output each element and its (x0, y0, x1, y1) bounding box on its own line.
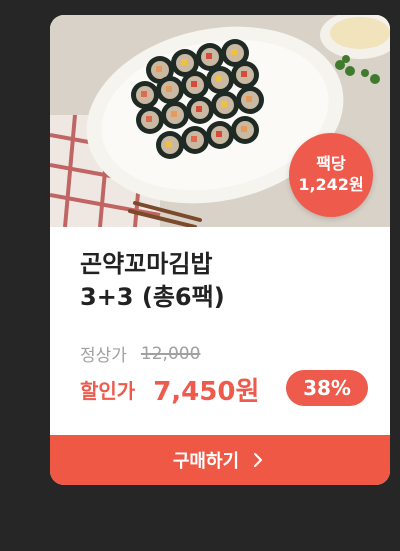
original-price: 12,000 (140, 343, 201, 364)
chevron-right-icon (249, 451, 267, 469)
per-pack-price-badge: 팩당 1,242원 (289, 133, 373, 217)
buy-button[interactable]: 구매하기 (50, 435, 390, 485)
badge-label: 팩당 (316, 154, 346, 173)
product-title-line1: 곤약꼬마김밥 (80, 250, 213, 278)
product-title[interactable]: 곤약꼬마김밥 3+3 (총6팩) (80, 248, 370, 314)
sale-price: 7,450원 (153, 377, 260, 407)
product-title-line2: 3+3 (총6팩) (80, 283, 225, 311)
product-card[interactable]: 팩당 1,242원 곤약꼬마김밥 3+3 (총6팩) 정상가 12,000 할인… (50, 15, 390, 485)
sale-price-label: 할인가 (80, 379, 136, 403)
original-price-label: 정상가 (80, 346, 127, 366)
original-price-row: 정상가 12,000 (80, 341, 201, 367)
buy-button-label: 구매하기 (172, 451, 240, 472)
sale-price-row: 할인가 7,450원 (80, 371, 259, 408)
product-image: 팩당 1,242원 (50, 15, 390, 227)
discount-badge: 38% (286, 370, 368, 406)
badge-price: 1,242원 (298, 175, 364, 194)
